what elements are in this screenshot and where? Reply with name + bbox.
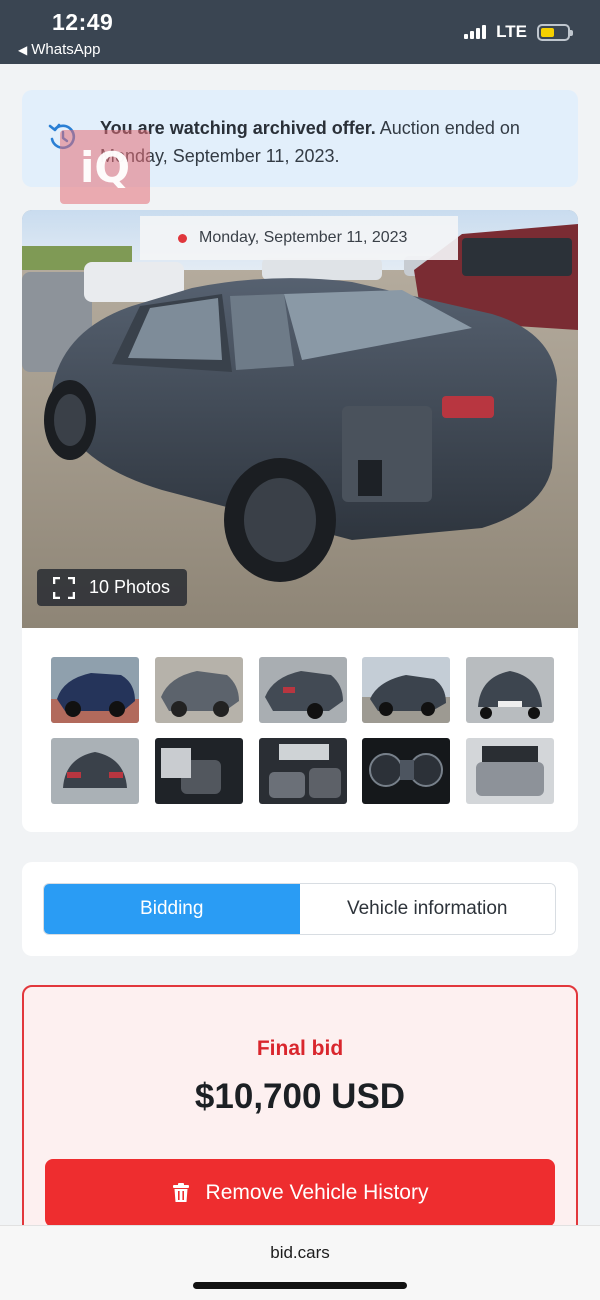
back-app-label: WhatsApp [31,41,101,58]
back-to-app-link[interactable]: ◀ WhatsApp [18,41,100,58]
photo-thumbnail[interactable] [51,738,139,804]
photo-thumbnail[interactable] [154,657,243,723]
final-bid-amount: $10,700 USD [194,1077,406,1116]
photo-thumbnail[interactable] [362,738,451,804]
status-indicators: LTE [464,22,573,42]
network-label: LTE [496,22,527,41]
auction-date-label: Monday, September 11, 2023 [199,229,408,246]
vehicle-photo-image [22,210,578,628]
tab-vehicle-information[interactable]: Vehicle information [299,884,555,934]
main-vehicle-photo[interactable]: Monday, September 11, 2023 10 Photos [22,210,578,628]
notice-text: You are watching archived offer. Auction… [100,114,560,170]
url-text: bid.cars [270,1243,330,1262]
tab-bar: Bidding Vehicle information [43,883,556,935]
photo-thumbnail[interactable] [466,738,554,804]
home-indicator[interactable] [193,1282,407,1289]
tab-bidding[interactable]: Bidding [44,884,300,934]
photo-thumbnail[interactable] [51,657,139,723]
status-time: 12:49 [52,9,114,35]
watermark-logo: iQ [60,130,150,204]
final-bid-label: Final bid [256,1037,344,1060]
fullscreen-icon [53,576,75,599]
remove-vehicle-history-label: Remove Vehicle History [205,1181,429,1204]
signal-icon [464,25,487,39]
photo-thumbnail[interactable] [258,738,347,804]
browser-url-bar[interactable]: bid.cars [0,1225,600,1300]
photos-count-label: 10 Photos [89,577,171,597]
thumbnail-grid [51,657,554,804]
live-dot-icon [178,233,187,243]
auction-date-pill: Monday, September 11, 2023 [140,216,458,260]
final-bid-card: Final bid $10,700 USD Remove Vehicle His… [22,985,578,1245]
back-caret-icon: ◀ [18,42,28,57]
gallery-card: Monday, September 11, 2023 10 Photos [22,210,578,832]
trash-icon [172,1183,189,1202]
photo-thumbnail[interactable] [466,657,554,723]
battery-icon [537,23,573,41]
photo-thumbnail[interactable] [362,657,451,723]
photo-thumbnail[interactable] [154,738,243,804]
photo-thumbnail[interactable] [258,657,347,723]
photos-count-button[interactable]: 10 Photos [37,569,187,606]
status-bar: 12:49 ◀ WhatsApp LTE [0,0,600,64]
tabs-card: Bidding Vehicle information [22,862,578,956]
remove-vehicle-history-button[interactable]: Remove Vehicle History [45,1159,555,1227]
